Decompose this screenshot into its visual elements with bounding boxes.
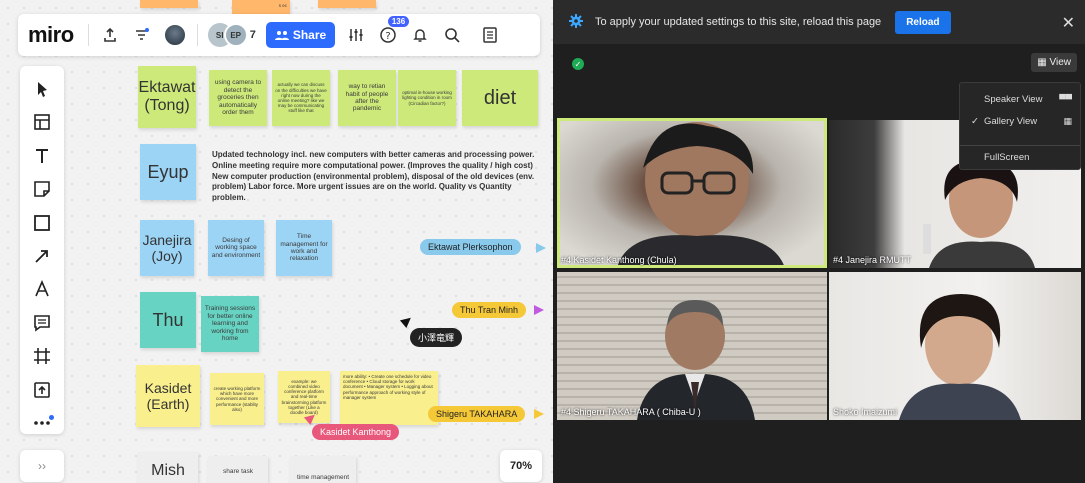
miro-board[interactable]: s ec Ektawat (Tong) using camera to dete… — [0, 0, 553, 483]
sticky-note[interactable]: optimal in-house working lighting condit… — [398, 70, 456, 126]
sticky-note[interactable]: share task — [208, 456, 268, 483]
row-label-mish[interactable]: Mish — [138, 452, 198, 483]
close-icon[interactable]: ✕ — [1062, 13, 1075, 33]
collaborator-avatar: EP — [223, 23, 248, 47]
sticky-note[interactable]: example: we combined video conference pl… — [278, 371, 330, 423]
svg-text:?: ? — [386, 31, 391, 42]
cursor-arrow-icon — [534, 409, 544, 419]
template-tool-icon[interactable] — [29, 111, 55, 132]
miro-tools-panel — [20, 66, 64, 434]
zoom-level-button[interactable]: 70% — [500, 450, 542, 482]
sticky-note[interactable]: time management — [290, 456, 356, 483]
more-tools-icon[interactable] — [29, 413, 55, 434]
participant-name: Shoko Imaizumi — [833, 407, 898, 417]
view-button[interactable]: ▦ View — [1031, 53, 1077, 72]
menu-item-fullscreen[interactable]: FullScreen — [960, 146, 1080, 168]
comment-tool-icon[interactable] — [29, 312, 55, 333]
notification-badge: 136 — [387, 16, 410, 27]
collaborators-group[interactable]: SI EP 7 — [207, 23, 256, 47]
share-button[interactable]: Share — [265, 22, 336, 48]
bell-icon[interactable] — [409, 24, 431, 46]
help-icon[interactable]: ? 136 — [377, 16, 410, 46]
sticky-note-tool-icon[interactable] — [29, 178, 55, 199]
checkmark-icon: ✓ — [971, 115, 979, 127]
settings-sliders-icon[interactable] — [345, 24, 367, 46]
menu-item-label: FullScreen — [984, 151, 1030, 163]
cursor-arrow-icon — [536, 243, 546, 253]
video-tile-kasidet[interactable]: #4 Kasidet Kanthong (Chula) — [557, 118, 827, 268]
pen-tool-icon[interactable] — [29, 279, 55, 300]
sticky-note[interactable]: way to retian habit of people after the … — [338, 70, 396, 126]
miro-top-bar: miro SI EP 7 Share ? 136 — [18, 14, 540, 56]
text-tool-icon[interactable] — [29, 145, 55, 166]
video-tile-shoko[interactable]: Shoko Imaizumi — [829, 272, 1081, 420]
eyup-text-block[interactable]: Updated technology incl. new computers w… — [212, 150, 546, 204]
cursor-tag-shigeru: Shigeru TAKAHARA — [428, 406, 526, 422]
sticky-note[interactable] — [318, 0, 376, 8]
shield-icon[interactable]: ✓ — [572, 58, 584, 70]
share-label: Share — [292, 28, 327, 42]
divider — [196, 24, 198, 46]
participant-video — [899, 294, 1021, 420]
grid-icon: ▦ — [1037, 57, 1047, 68]
menu-item-label: Speaker View — [984, 93, 1043, 105]
view-label: View — [1049, 57, 1072, 68]
frame-tool-icon[interactable] — [29, 346, 55, 367]
shape-tool-icon[interactable] — [29, 212, 55, 233]
upload-tool-icon[interactable] — [29, 379, 55, 400]
cursor-tag-thu: Thu Tran Minh — [452, 302, 527, 318]
reactions-icon[interactable] — [131, 24, 153, 46]
speaker-view-icon: ▀▀ — [1059, 94, 1072, 104]
cursor-tag-ozawa: 小澤竜輝 — [410, 328, 463, 347]
notes-panel-icon[interactable] — [479, 24, 501, 46]
menu-item-gallery-view[interactable]: ✓ Gallery View ▦ — [960, 110, 1080, 132]
participant-name: #4 Shigeru TAKAHARA ( Chiba-U ) — [561, 407, 701, 417]
sticky-note[interactable]: Time management for work and relaxation — [276, 220, 332, 276]
menu-item-label: Gallery View — [984, 115, 1038, 127]
user-avatar[interactable] — [162, 23, 187, 47]
row-label-thu[interactable]: Thu — [140, 292, 196, 348]
row-label-ektawat[interactable]: Ektawat (Tong) — [138, 66, 196, 128]
banner-message: To apply your updated settings to this s… — [595, 16, 882, 28]
sticky-note[interactable]: diet — [462, 70, 538, 126]
row-label-janejira[interactable]: Janejira (Joy) — [140, 220, 194, 276]
participant-video — [637, 300, 755, 420]
view-dropdown-menu: Speaker View ▀▀ ✓ Gallery View ▦ FullScr… — [959, 82, 1081, 170]
sticky-note[interactable]: Desing of working space and environment — [208, 220, 264, 276]
sticky-note[interactable]: more ability: • Create one schedule for … — [340, 371, 438, 425]
row-label-kasidet[interactable]: Kasidet (Earth) — [136, 365, 200, 427]
reload-banner: To apply your updated settings to this s… — [553, 0, 1085, 44]
cursor-tag-ektawat: Ektawat Plerksophon — [420, 239, 521, 255]
participant-name: #4 Kasidet Kanthong (Chula) — [561, 255, 677, 265]
users-icon — [274, 31, 289, 40]
row-label-eyup[interactable]: Eyup — [140, 144, 196, 200]
sticky-note[interactable]: actually we can discuss on the difficult… — [272, 70, 330, 126]
export-icon[interactable] — [99, 24, 121, 46]
connector-tool-icon[interactable] — [29, 245, 55, 266]
reload-button[interactable]: Reload — [895, 10, 951, 34]
expand-panel-button[interactable]: ›› — [20, 450, 64, 482]
sticky-note[interactable] — [140, 0, 198, 8]
cursor-tag-kasidet: Kasidet Kanthong — [312, 424, 400, 440]
sticky-note[interactable]: using camera to detect the groceries the… — [209, 70, 267, 126]
menu-item-speaker-view[interactable]: Speaker View ▀▀ — [960, 88, 1080, 110]
video-meeting: To apply your updated settings to this s… — [553, 0, 1085, 483]
new-indicator-dot — [49, 414, 54, 420]
miro-logo[interactable]: miro — [28, 22, 74, 48]
select-tool-icon[interactable] — [29, 78, 55, 99]
cursor-arrow-icon — [534, 305, 544, 315]
participant-name: #4 Janejira RMUTT — [833, 255, 912, 265]
gallery-view-icon: ▦ — [1063, 115, 1072, 126]
gear-icon — [569, 13, 583, 31]
video-tile-shigeru[interactable]: #4 Shigeru TAKAHARA ( Chiba-U ) — [557, 272, 827, 420]
cursor-arrow-icon — [399, 313, 415, 329]
sticky-note[interactable]: Training sessions for better online lear… — [201, 296, 259, 352]
search-icon[interactable] — [441, 24, 463, 46]
participant-video — [617, 122, 785, 268]
divider — [87, 24, 89, 46]
collaborator-count: 7 — [249, 29, 256, 41]
sticky-note[interactable]: create working platform which have more … — [210, 373, 264, 425]
